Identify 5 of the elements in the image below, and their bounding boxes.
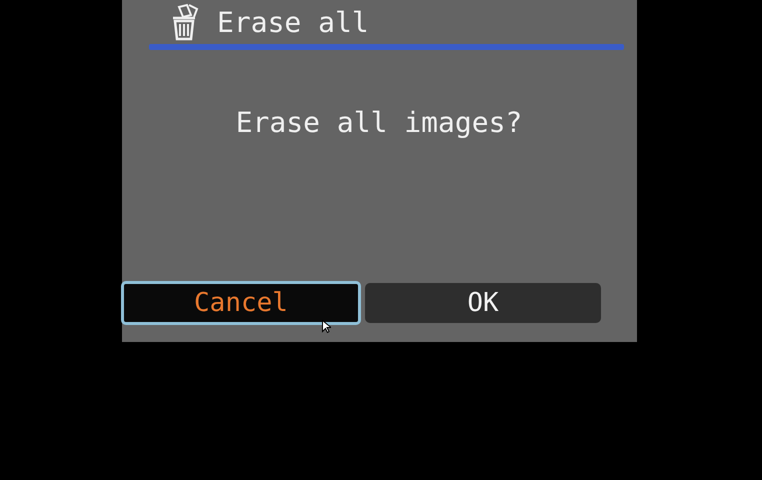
cursor-icon [322,320,331,333]
ok-button[interactable]: OK [365,283,601,323]
cancel-button[interactable]: Cancel [121,281,361,325]
dialog-title: Erase all [217,6,369,38]
dialog-message: Erase all images? [236,106,522,139]
